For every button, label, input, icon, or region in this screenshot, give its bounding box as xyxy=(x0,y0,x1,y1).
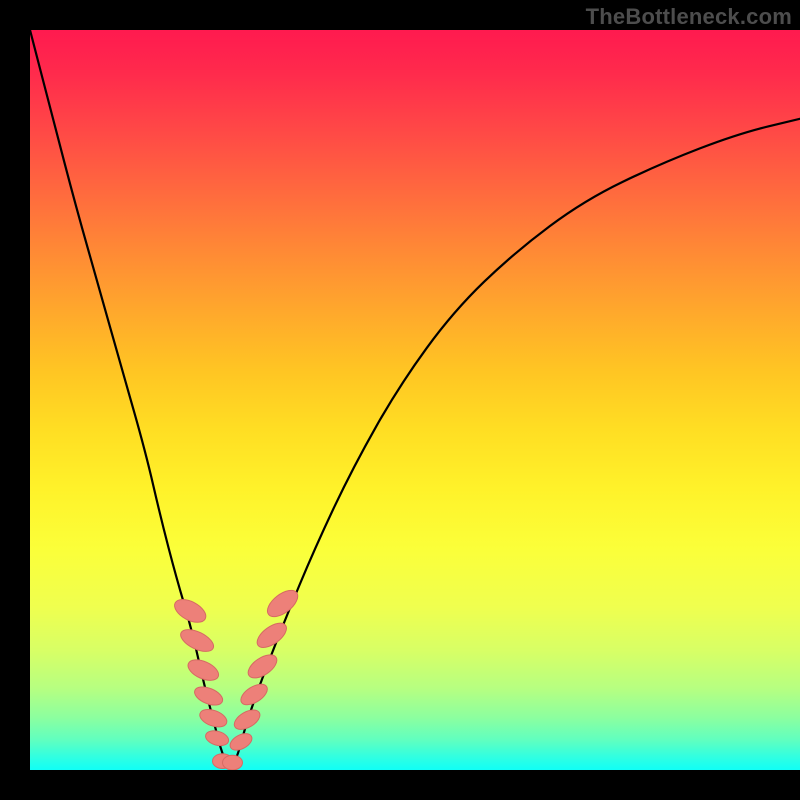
watermark-text: TheBottleneck.com xyxy=(586,4,792,30)
plot-area xyxy=(30,30,800,770)
curve-line xyxy=(30,30,800,766)
bottleneck-curve xyxy=(30,30,800,766)
bead-group xyxy=(171,585,302,770)
bead xyxy=(197,706,229,730)
bead xyxy=(253,618,290,652)
bead xyxy=(204,728,230,748)
bead xyxy=(231,706,263,733)
bead xyxy=(227,730,254,753)
bead xyxy=(237,680,270,709)
chart-frame: TheBottleneck.com xyxy=(0,0,800,800)
bead xyxy=(223,755,243,770)
chart-svg xyxy=(30,30,800,770)
